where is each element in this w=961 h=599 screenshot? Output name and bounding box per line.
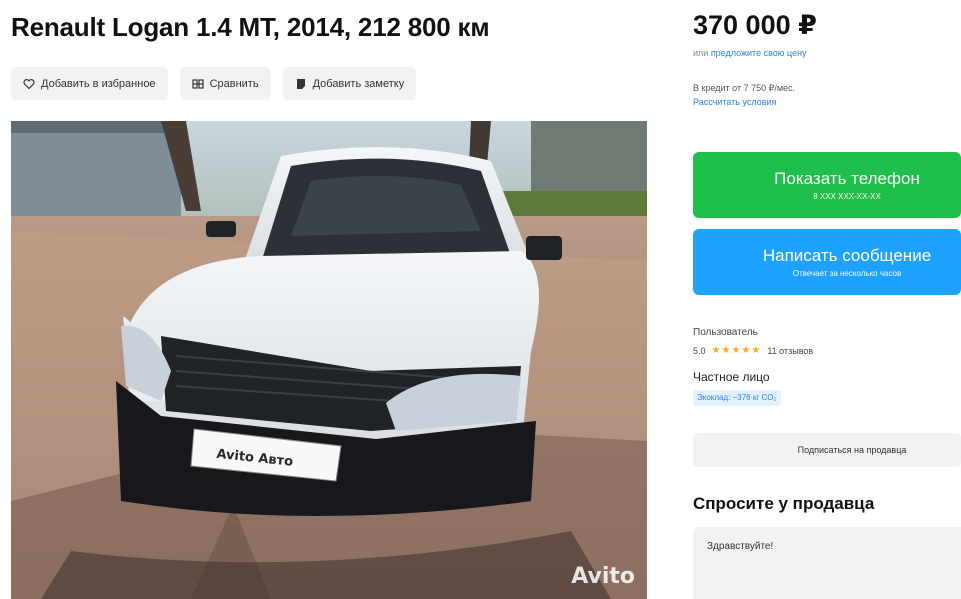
car-photo-image: Avito Авто [11, 121, 647, 599]
listing-title: Renault Logan 1.4 MT, 2014, 212 800 км [11, 12, 490, 42]
price: 370 000 ₽ [693, 10, 817, 40]
avito-watermark: Avito [571, 564, 635, 589]
compare-label: Сравнить [209, 77, 259, 90]
eco-badge: Экоклад: −376 кг CO₂ [693, 390, 781, 406]
rating-stars-icon: ★★★★★ [711, 345, 762, 356]
ask-seller-message-field[interactable]: Здравствуйте! [693, 527, 961, 599]
compare-button[interactable]: Сравнить [179, 67, 271, 100]
response-time: Отвечает за несколько часов [792, 269, 902, 278]
compare-icon [191, 78, 204, 89]
listing-photo[interactable]: Avito Авто Avito [11, 121, 647, 599]
heart-icon [23, 78, 35, 89]
note-icon [296, 78, 305, 89]
rating-value: 5.0 [693, 345, 706, 356]
phone-mask: 8 XXX XXX-XX-XX [813, 192, 881, 201]
show-phone-label: Показать телефон [774, 169, 920, 188]
price-offer: или предложите свою цену [693, 48, 807, 58]
credit-info: В кредит от 7 750 ₽/мес. [693, 83, 796, 93]
write-message-label: Написать сообщение [762, 246, 932, 265]
write-message-button[interactable]: Написать сообщение Отвечает за несколько… [693, 229, 961, 295]
offer-prefix: или [693, 48, 711, 58]
subscribe-seller-button[interactable]: Подписаться на продавца [693, 433, 961, 467]
add-note-button[interactable]: Добавить заметку [282, 67, 417, 100]
add-to-favorites-label: Добавить в избранное [41, 77, 156, 90]
calculate-credit-link[interactable]: Рассчитать условия [693, 97, 776, 107]
listing-actions: Добавить в избранное Сравнить Добавить з… [11, 67, 417, 100]
propose-price-link[interactable]: предложите свою цену [711, 48, 807, 58]
reviews-link[interactable]: 11 отзывов [767, 346, 813, 356]
add-note-label: Добавить заметку [312, 77, 405, 90]
add-to-favorites-button[interactable]: Добавить в избранное [11, 67, 168, 100]
seller-rating: 5.0 ★★★★★ 11 отзывов [693, 345, 813, 356]
seller-type: Частное лицо [693, 370, 770, 384]
show-phone-button[interactable]: Показать телефон 8 XXX XXX-XX-XX [693, 152, 961, 218]
ask-seller-title: Спросите у продавца [693, 494, 875, 513]
seller-name[interactable]: Пользователь [693, 327, 758, 338]
